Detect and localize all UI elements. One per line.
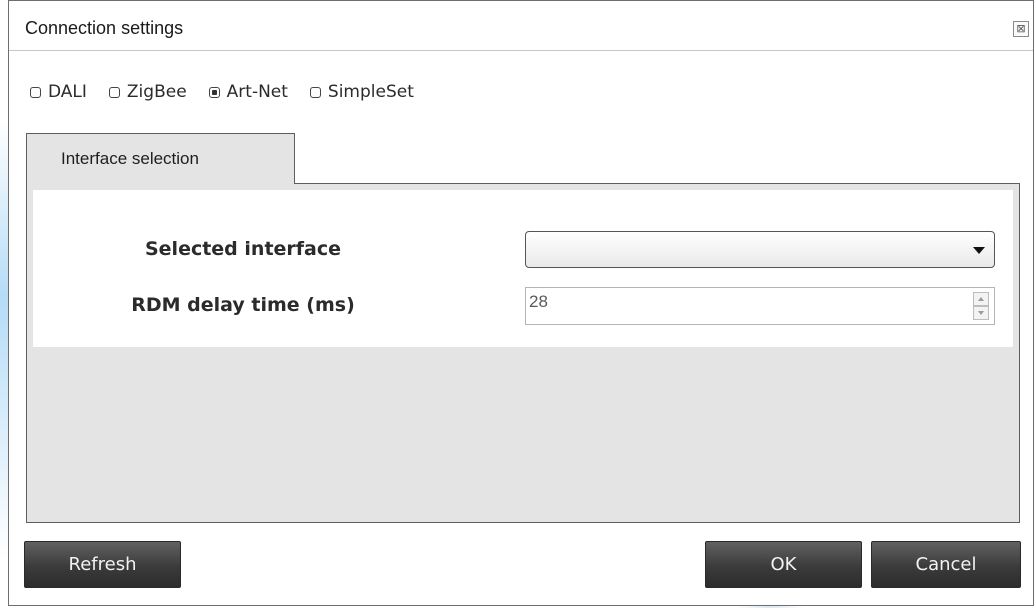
spin-up-icon[interactable] — [973, 292, 989, 306]
spin-buttons — [973, 292, 989, 320]
radio-zigbee[interactable]: ZigBee — [108, 82, 187, 102]
radio-dali[interactable]: DALI — [30, 82, 87, 102]
dialog-title: Connection settings — [25, 18, 184, 38]
radio-button-icon[interactable] — [30, 86, 41, 98]
radio-button-checked-icon[interactable] — [208, 86, 220, 98]
rdm-delay-stepper[interactable]: 28 — [525, 287, 995, 325]
title-bar: Connection settings ⊠ — [9, 1, 1033, 51]
tab-label: Interface selection — [61, 149, 199, 168]
radio-simpleset[interactable]: SimpleSet — [309, 82, 414, 102]
radio-art-net[interactable]: Art-Net — [208, 82, 288, 102]
refresh-button[interactable]: Refresh — [24, 541, 181, 588]
cancel-button[interactable]: Cancel — [871, 541, 1021, 588]
chevron-down-icon — [973, 247, 985, 254]
radio-button-icon[interactable] — [309, 86, 321, 98]
selected-interface-dropdown[interactable] — [525, 231, 995, 268]
spin-down-icon[interactable] — [973, 306, 989, 320]
close-icon[interactable]: ⊠ — [1013, 21, 1029, 37]
rdm-delay-value[interactable]: 28 — [529, 292, 548, 312]
tab-interface-selection[interactable]: Interface selection — [26, 133, 295, 184]
interface-form: Selected interface RDM delay time (ms) 2… — [33, 190, 1013, 347]
tab-panel: Selected interface RDM delay time (ms) 2… — [26, 183, 1020, 523]
ok-button[interactable]: OK — [705, 541, 862, 588]
radio-label: SimpleSet — [327, 82, 414, 102]
radio-label: ZigBee — [126, 82, 187, 102]
radio-button-icon[interactable] — [108, 86, 120, 98]
radio-label: Art-Net — [226, 82, 288, 102]
protocol-radio-group: DALI ZigBee Art-Net SimpleSet — [30, 80, 436, 104]
radio-label: DALI — [48, 82, 87, 102]
rdm-delay-label: RDM delay time (ms) — [131, 294, 355, 316]
selected-interface-label: Selected interface — [144, 238, 342, 260]
